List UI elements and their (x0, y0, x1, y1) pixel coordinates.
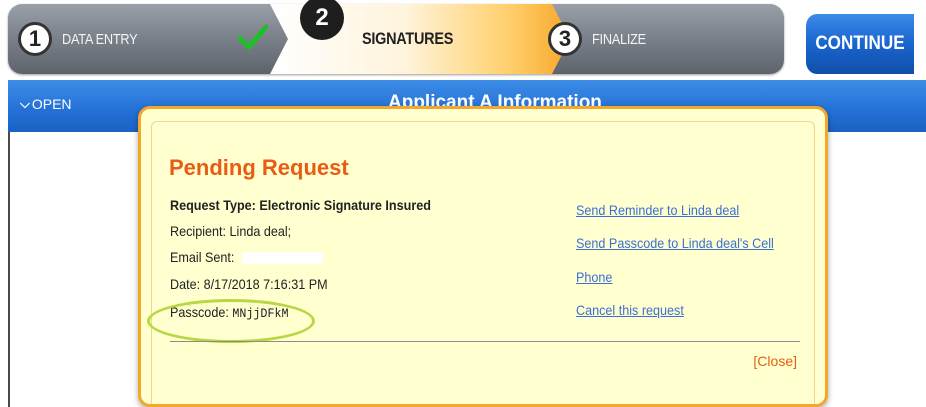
divider (170, 341, 800, 342)
open-label: OPEN (31, 96, 72, 112)
step-number: 3 (548, 22, 582, 56)
step-label: SIGNATURES (362, 29, 454, 48)
request-date: Date: 8/17/2018 7:16:31 PM (170, 276, 328, 292)
dialog-title: Pending Request (169, 155, 349, 180)
request-type: Request Type: Electronic Signature Insur… (170, 197, 431, 213)
wizard-header: 1 DATA ENTRY SIGNATURES 3 FINALIZE 2 CON… (0, 0, 926, 80)
step-label: DATA ENTRY (62, 30, 138, 48)
recipient: Recipient: Linda deal; (170, 223, 292, 239)
redacted-area (241, 252, 323, 265)
double-chevron-down-icon: ⌵︎ (20, 96, 30, 111)
wizard-steps-bar: 1 DATA ENTRY SIGNATURES 3 FINALIZE (8, 4, 784, 74)
send-passcode-cell-link[interactable]: Send Passcode to Linda deal's Cell (576, 235, 774, 251)
cancel-request-link[interactable]: Cancel this request (576, 302, 684, 318)
phone-link[interactable]: Phone (576, 269, 612, 285)
send-reminder-link[interactable]: Send Reminder to Linda deal (576, 202, 739, 218)
continue-button[interactable]: CONTINUE (806, 14, 914, 74)
close-link[interactable]: [Close] (753, 353, 797, 369)
passcode-highlight-ellipse (147, 299, 315, 343)
step-label: FINALIZE (592, 30, 646, 48)
checkmark-icon (238, 24, 268, 50)
step-number: 1 (18, 22, 52, 56)
pending-request-dialog: Pending Request Request Type: Electronic… (138, 106, 828, 407)
step-finalize[interactable]: 3 FINALIZE (548, 4, 768, 74)
email-sent-label: Email Sent: (170, 249, 235, 265)
email-sent: Email Sent: (170, 249, 323, 265)
open-toggle[interactable]: ⌵︎ OPEN (20, 96, 72, 112)
